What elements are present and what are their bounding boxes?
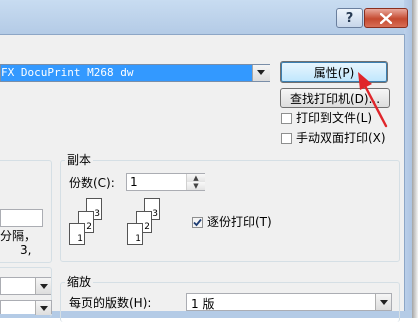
chevron-down-icon	[257, 70, 265, 75]
pages-per-sheet-value: 1 版	[191, 297, 215, 311]
printer-name-combobox[interactable]: FX DocuPrint M268 dw	[0, 64, 270, 82]
copies-count-label: 份数(C):	[69, 176, 115, 190]
annotation-arrow-icon	[358, 72, 388, 128]
collate-page-1: 1	[127, 223, 143, 245]
help-icon: ?	[345, 10, 354, 26]
help-button[interactable]: ?	[336, 8, 363, 28]
collate-label: 逐份打印(T)	[207, 215, 272, 229]
spin-down-icon[interactable]: ▼	[187, 182, 205, 190]
close-icon	[380, 12, 392, 24]
collate-page-1: 1	[69, 223, 85, 245]
print-dropdown-button[interactable]	[35, 301, 51, 315]
print-combobox[interactable]	[0, 300, 52, 315]
copies-count-spinner[interactable]: ▲ ▼	[186, 174, 205, 190]
window-shadow	[412, 0, 418, 318]
printer-name-selected: FX DocuPrint M268 dw	[1, 65, 252, 81]
chevron-down-icon	[379, 299, 388, 305]
zoom-legend: 缩放	[65, 275, 94, 289]
pages-per-sheet-combobox[interactable]: 1 版	[186, 293, 392, 311]
page-range-hint-line1: 分隔，	[0, 229, 37, 243]
collate-checkbox[interactable]	[192, 217, 203, 228]
checkmark-icon	[193, 218, 202, 227]
spin-up-icon[interactable]: ▲	[187, 174, 205, 182]
pages-per-sheet-dropdown-button[interactable]	[375, 294, 391, 310]
chevron-down-icon	[39, 305, 48, 311]
copies-legend: 副本	[65, 153, 94, 167]
manual-duplex-label: 手动双面打印(X)	[296, 131, 386, 145]
manual-duplex-checkbox[interactable]	[281, 133, 292, 144]
copies-count-value: 1	[130, 175, 138, 189]
page-range-hint-line2: 3,	[20, 243, 32, 257]
page-range-input[interactable]	[0, 209, 43, 227]
properties-button-label: 属性(P)	[313, 65, 355, 80]
pages-per-sheet-label: 每页的版数(H):	[69, 296, 152, 310]
print-to-file-checkbox[interactable]	[281, 113, 292, 124]
close-button[interactable]	[364, 8, 408, 28]
printer-name-dropdown-button[interactable]	[252, 65, 270, 81]
